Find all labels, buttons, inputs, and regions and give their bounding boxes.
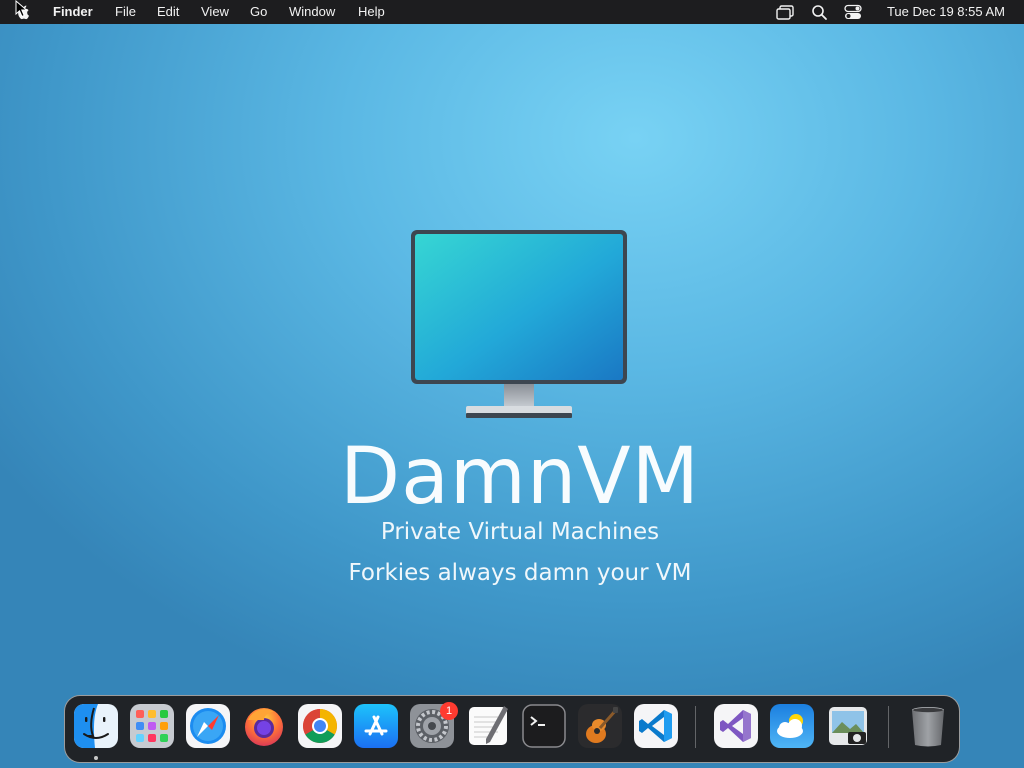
menu-edit[interactable]: Edit bbox=[157, 4, 179, 19]
weather-icon[interactable] bbox=[770, 704, 814, 748]
menu-go[interactable]: Go bbox=[250, 4, 267, 19]
control-center-icon[interactable] bbox=[843, 3, 863, 21]
garageband-icon[interactable] bbox=[578, 704, 622, 748]
wallpaper-subtitle: Private Virtual Machines bbox=[380, 519, 660, 545]
firefox-icon[interactable] bbox=[242, 704, 286, 748]
vscode-icon[interactable] bbox=[634, 704, 678, 748]
dock: 1 bbox=[64, 695, 960, 763]
chrome-icon[interactable] bbox=[298, 704, 342, 748]
preview-icon[interactable] bbox=[826, 704, 870, 748]
finder-running-indicator bbox=[94, 756, 98, 760]
menu-clock[interactable]: Tue Dec 19 8:55 AM bbox=[887, 4, 1005, 19]
menu-app-name[interactable]: Finder bbox=[53, 4, 93, 19]
dock-separator bbox=[888, 706, 889, 748]
wallpaper-title: DamnVM bbox=[340, 432, 700, 522]
wallpaper-tagline: Forkies always damn your VM bbox=[348, 560, 692, 586]
safari-icon[interactable] bbox=[186, 704, 230, 748]
monitor-logo-icon bbox=[411, 230, 627, 418]
launchpad-icon[interactable] bbox=[130, 704, 174, 748]
menu-bar: Finder File Edit View Go Window Help Tue… bbox=[0, 0, 1024, 24]
textedit-icon[interactable] bbox=[466, 704, 510, 748]
visual-studio-icon[interactable] bbox=[714, 704, 758, 748]
terminal-icon[interactable] bbox=[522, 704, 566, 748]
mouse-cursor-icon bbox=[15, 0, 28, 18]
system-settings-badge: 1 bbox=[440, 702, 458, 720]
menu-file[interactable]: File bbox=[115, 4, 136, 19]
menu-window[interactable]: Window bbox=[289, 4, 335, 19]
menu-view[interactable]: View bbox=[201, 4, 229, 19]
trash-icon[interactable] bbox=[906, 704, 950, 748]
screen-mirroring-icon[interactable] bbox=[775, 3, 795, 21]
dock-separator bbox=[695, 706, 696, 748]
finder-icon[interactable] bbox=[74, 704, 118, 748]
menu-help[interactable]: Help bbox=[358, 4, 385, 19]
search-icon[interactable] bbox=[810, 3, 830, 21]
app-store-icon[interactable] bbox=[354, 704, 398, 748]
